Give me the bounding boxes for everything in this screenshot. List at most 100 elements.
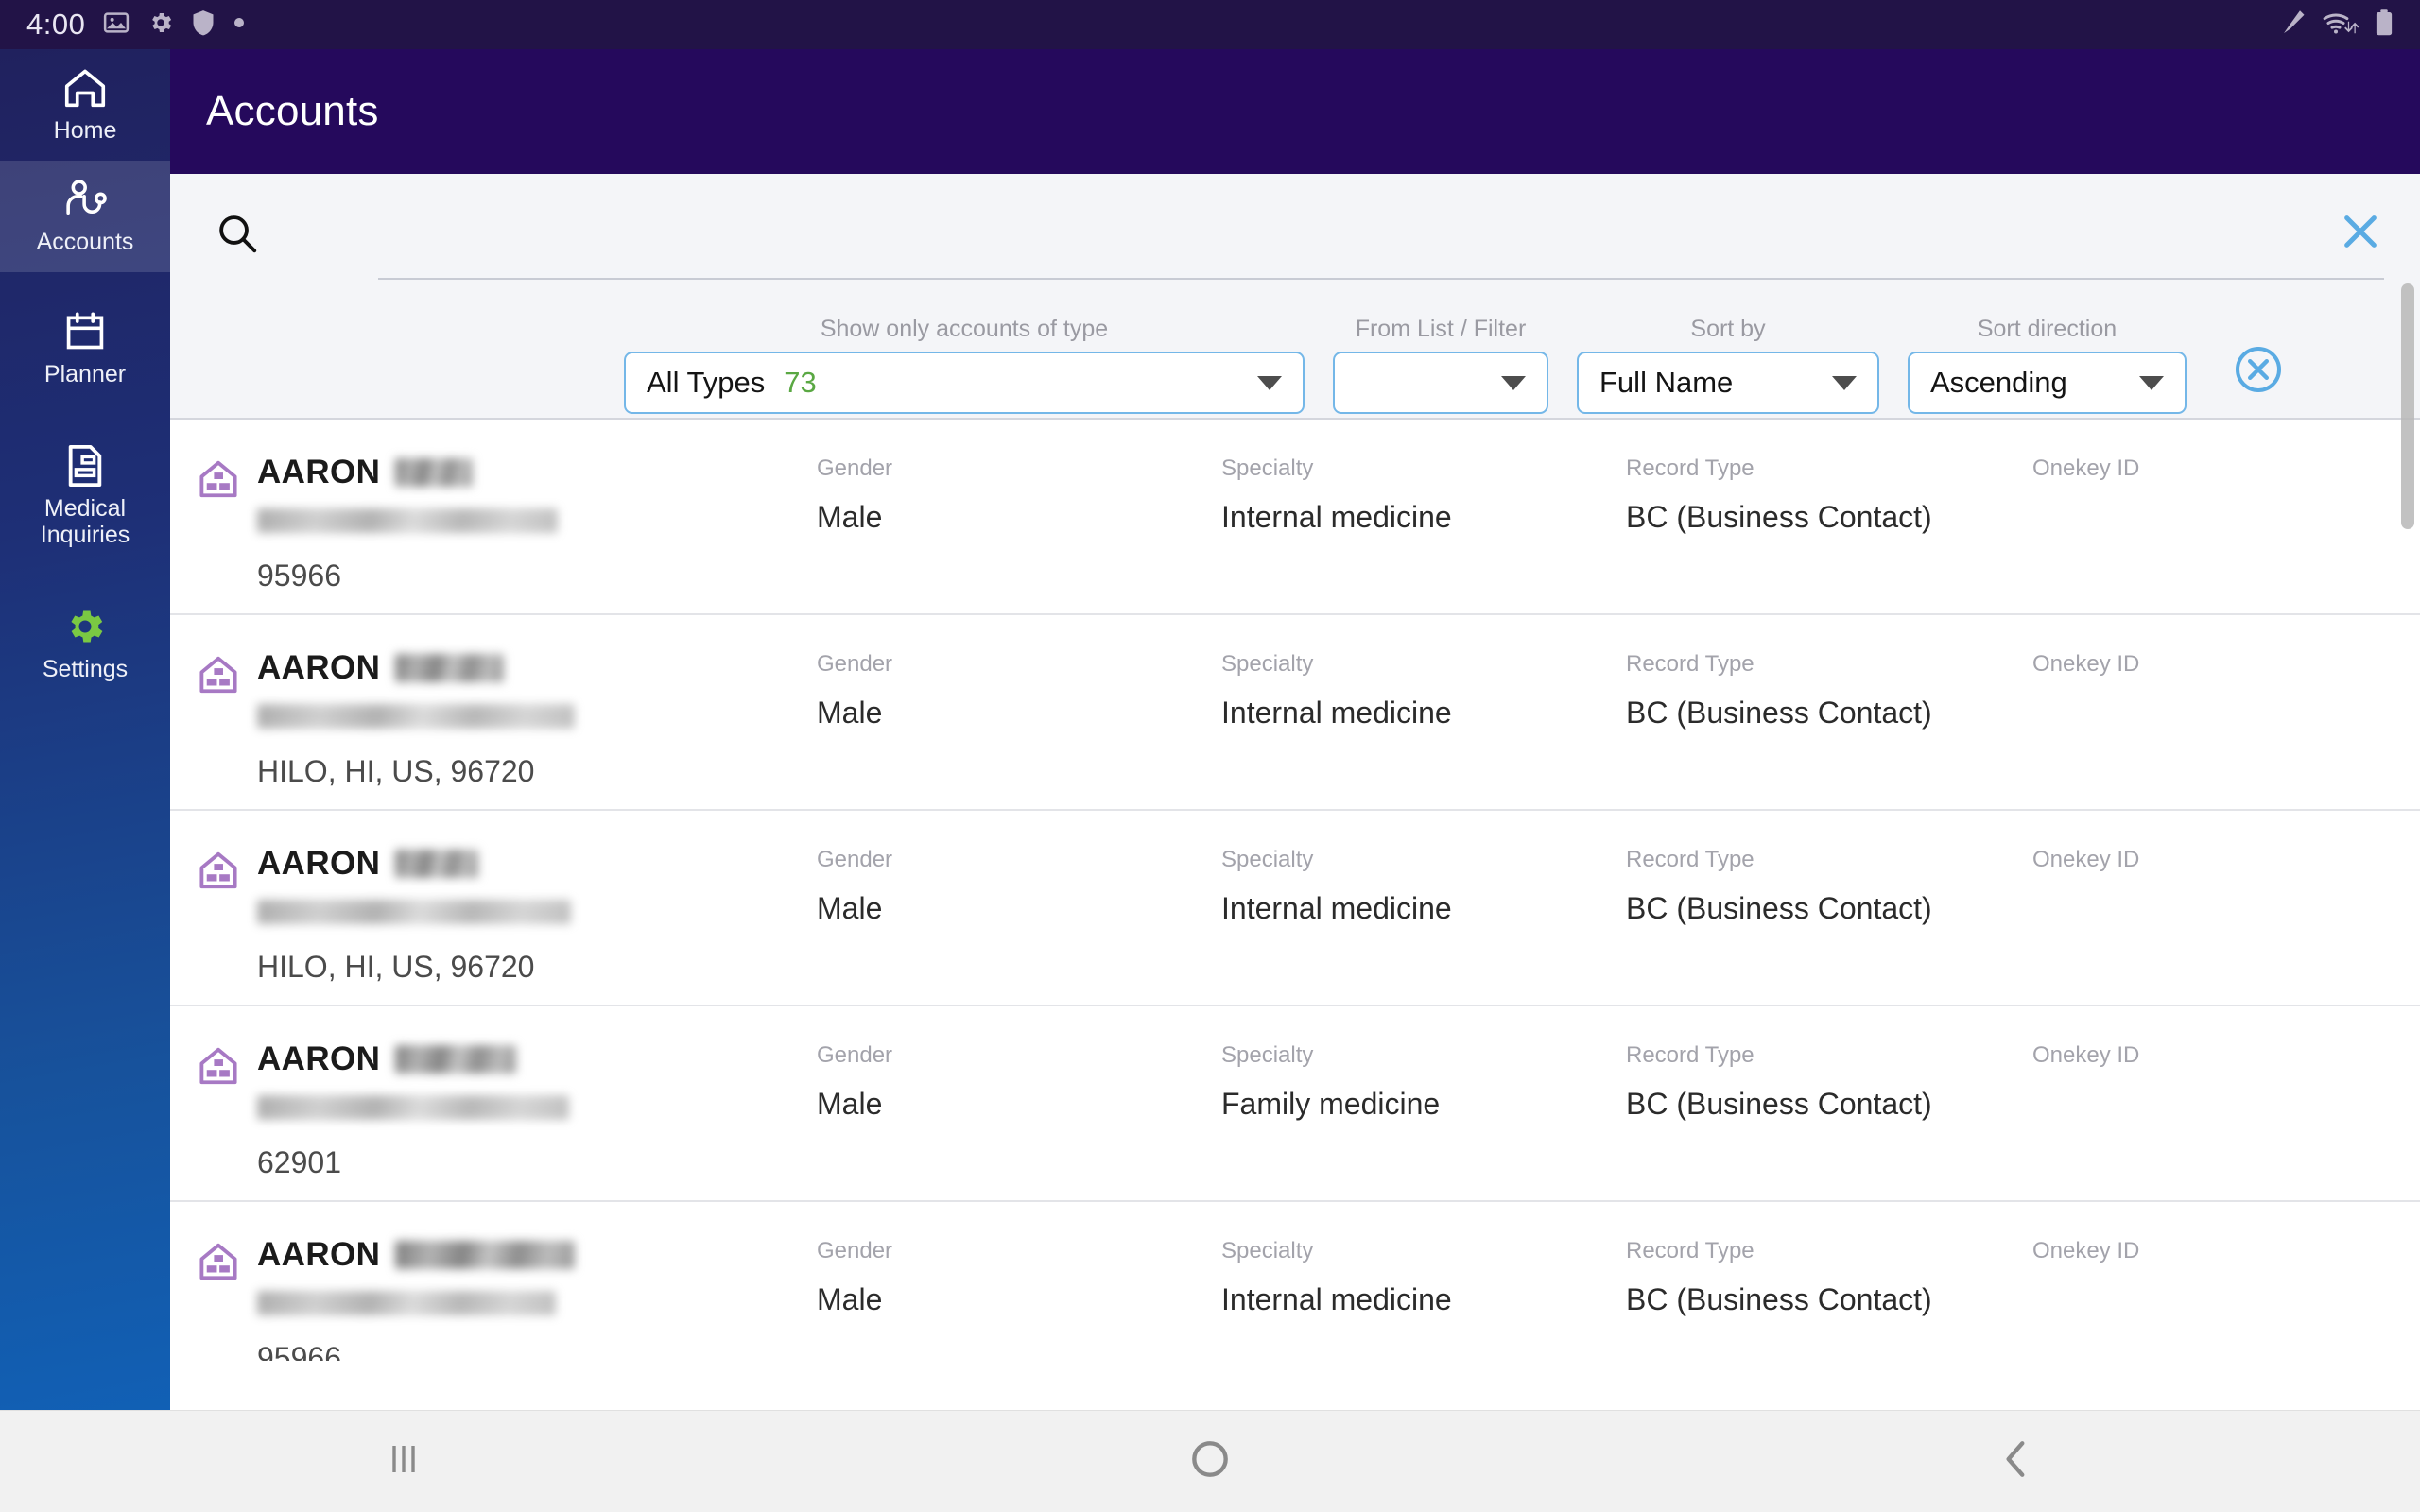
- back-button[interactable]: [1614, 1435, 2420, 1487]
- filter-sort-direction-label: Sort direction: [1977, 316, 2118, 342]
- back-chevron-icon: [1993, 1435, 2040, 1487]
- account-type-select[interactable]: All Types 73: [624, 352, 1305, 414]
- account-name: AARON: [257, 845, 817, 883]
- account-type-value: All Types: [647, 366, 766, 399]
- search-icon[interactable]: [216, 212, 274, 255]
- sidebar-item-settings-label: Settings: [42, 656, 129, 682]
- value-record-type: BC (Business Contact): [1626, 500, 1932, 534]
- sidebar-item-medical-inquiries[interactable]: Medical Inquiries: [0, 425, 170, 567]
- table-row[interactable]: AARON HILO, HI, US, 96720 Gender Male Specia…: [170, 811, 2420, 1006]
- cell-record-type: Record Type BC (Business Contact): [1626, 845, 2032, 1005]
- cell-record-type: Record Type BC (Business Contact): [1626, 1236, 2032, 1361]
- cell-specialty: Specialty Internal medicine: [1221, 1236, 1626, 1361]
- clear-filters-icon[interactable]: [2234, 345, 2283, 399]
- doctor-icon: [61, 178, 109, 221]
- institution-icon: [170, 649, 257, 809]
- search-row: [170, 174, 2420, 293]
- cell-onekey-id: Onekey ID: [2032, 649, 2411, 809]
- column-header-specialty: Specialty: [1221, 1238, 1314, 1263]
- column-header-gender: Gender: [817, 455, 893, 481]
- account-locality: HILO, HI, US, 96720: [257, 754, 535, 788]
- account-list[interactable]: AARON 95966 Gender Male Specialty Internal me…: [170, 420, 2420, 1361]
- column-header-onekey-id: Onekey ID: [2032, 847, 2140, 872]
- value-specialty: Internal medicine: [1221, 696, 1452, 730]
- value-record-type: BC (Business Contact): [1626, 891, 1932, 925]
- close-icon[interactable]: [2316, 210, 2382, 258]
- cell-record-type: Record Type BC (Business Contact): [1626, 454, 2032, 613]
- column-header-onekey-id: Onekey ID: [2032, 651, 2140, 677]
- wifi-transfer-icon: [2322, 9, 2360, 42]
- search-input[interactable]: [274, 215, 2316, 251]
- filter-sort-direction: Sort direction Ascending: [1908, 316, 2187, 414]
- account-locality: 95966: [257, 1341, 341, 1361]
- chevron-down-icon: [2139, 375, 2164, 390]
- gear-icon: [63, 605, 107, 648]
- recents-icon: [381, 1436, 426, 1486]
- stylus-icon: [2280, 9, 2307, 42]
- filter-account-type-label: Show only accounts of type: [820, 316, 1109, 342]
- account-identity: AARON 62901: [257, 1040, 817, 1200]
- redacted-address: [257, 1095, 569, 1120]
- android-status-bar: 4:00: [0, 0, 2420, 49]
- redacted-address: [257, 900, 571, 924]
- image-icon: [102, 9, 130, 42]
- cell-onekey-id: Onekey ID: [2032, 1040, 2411, 1200]
- sidebar-item-planner-label: Planner: [43, 361, 127, 387]
- filter-from-list-label: From List / Filter: [1355, 316, 1527, 342]
- home-button[interactable]: [806, 1435, 1613, 1487]
- table-row[interactable]: AARON HILO, HI, US, 96720 Gender Male Specia…: [170, 615, 2420, 811]
- column-header-record-type: Record Type: [1626, 455, 1754, 481]
- value-gender: Male: [817, 696, 883, 730]
- column-header-gender: Gender: [817, 651, 893, 677]
- sort-direction-select[interactable]: Ascending: [1908, 352, 2187, 414]
- sidebar-item-planner[interactable]: Planner: [0, 293, 170, 404]
- sidebar-item-medical-inquiries-label: Medical Inquiries: [40, 495, 130, 548]
- account-locality: HILO, HI, US, 96720: [257, 950, 535, 984]
- cell-gender: Gender Male: [817, 1040, 1221, 1200]
- sidebar-item-settings[interactable]: Settings: [0, 588, 170, 699]
- search-filter-panel: Show only accounts of type All Types 73 …: [170, 174, 2420, 420]
- column-header-specialty: Specialty: [1221, 651, 1314, 677]
- account-type-count: 73: [784, 366, 817, 399]
- column-header-specialty: Specialty: [1221, 847, 1314, 872]
- value-specialty: Internal medicine: [1221, 891, 1452, 925]
- redacted-name: [395, 458, 474, 487]
- sidebar-item-accounts[interactable]: Accounts: [0, 161, 170, 272]
- column-header-onekey-id: Onekey ID: [2032, 1238, 2140, 1263]
- table-row[interactable]: AARON 95966 Gender Male Specialty Internal me…: [170, 1202, 2420, 1361]
- home-circle-icon: [1186, 1435, 1234, 1487]
- value-specialty: Internal medicine: [1221, 1282, 1452, 1316]
- cell-onekey-id: Onekey ID: [2032, 1236, 2411, 1361]
- cell-record-type: Record Type BC (Business Contact): [1626, 649, 2032, 809]
- account-identity: AARON HILO, HI, US, 96720: [257, 845, 817, 1005]
- account-name-prefix: AARON: [257, 845, 381, 882]
- app-header: Accounts: [170, 49, 2420, 174]
- value-record-type: BC (Business Contact): [1626, 1282, 1932, 1316]
- cell-specialty: Specialty Internal medicine: [1221, 454, 1626, 613]
- table-row[interactable]: AARON 95966 Gender Male Specialty Internal me…: [170, 420, 2420, 615]
- account-name-prefix: AARON: [257, 649, 381, 686]
- sidebar-item-home[interactable]: Home: [0, 49, 170, 161]
- app-screen: 4:00 Home Accounts Planner Medical Inqui…: [0, 0, 2420, 1512]
- from-list-select[interactable]: [1333, 352, 1548, 414]
- chevron-down-icon: [1501, 375, 1526, 390]
- account-identity: AARON 95966: [257, 1236, 817, 1361]
- list-scrollbar[interactable]: [2401, 284, 2414, 529]
- redacted-address: [257, 704, 575, 729]
- calendar-icon: [63, 310, 107, 353]
- redacted-address: [257, 508, 558, 533]
- table-row[interactable]: AARON 62901 Gender Male Specialty Family medi…: [170, 1006, 2420, 1202]
- status-bar-right: [2280, 9, 2394, 42]
- sort-by-select[interactable]: Full Name: [1577, 352, 1879, 414]
- document-icon: [64, 444, 106, 488]
- account-locality: 95966: [257, 558, 341, 593]
- recents-button[interactable]: [0, 1436, 806, 1486]
- sidebar-item-accounts-label: Accounts: [36, 229, 134, 255]
- cell-gender: Gender Male: [817, 649, 1221, 809]
- android-navigation-bar: [0, 1410, 2420, 1512]
- account-identity: AARON 95966: [257, 454, 817, 613]
- cell-specialty: Specialty Internal medicine: [1221, 649, 1626, 809]
